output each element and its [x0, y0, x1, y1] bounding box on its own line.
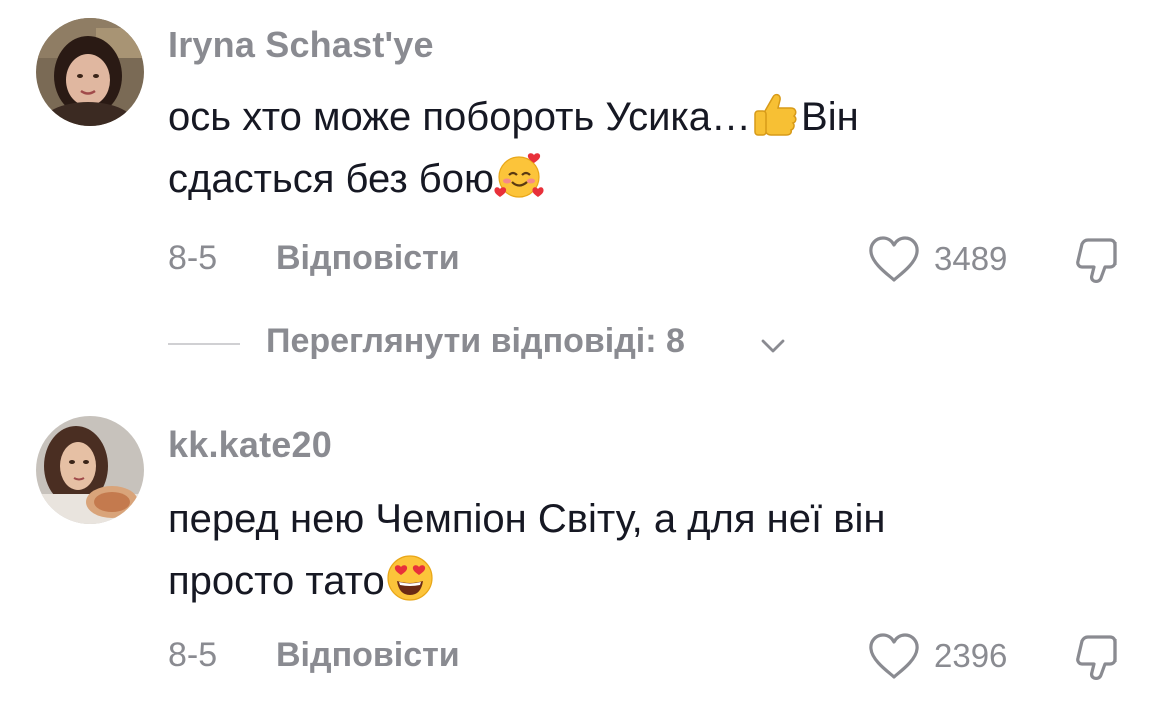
reply-button[interactable]: Відповісти — [276, 636, 460, 675]
like-count: 3489 — [934, 240, 1008, 277]
username[interactable]: kk.kate20 — [168, 424, 332, 466]
comment-text: перед нею Чемпіон Світу, а для неї він п… — [168, 488, 1028, 612]
comment-text-line: перед нею Чемпіон Світу, а для неї він — [168, 488, 1028, 550]
comment-text-line: сдасться без бою — [168, 148, 1028, 210]
replies-divider — [168, 343, 240, 345]
comment-item: Iryna Schast'ye ось хто може побороть Ус… — [0, 0, 1170, 300]
comment-text-line: просто тато — [168, 550, 1028, 612]
heart-eyes-emoji — [385, 553, 435, 603]
comment-text-part: Він — [801, 95, 859, 139]
comment-text-part: перед нею Чемпіон Світу, а для неї він — [168, 497, 886, 541]
heart-outline-icon[interactable] — [866, 631, 922, 681]
comment-text-part: просто тато — [168, 559, 385, 603]
heart-outline-icon[interactable] — [866, 234, 922, 284]
like-count: 2396 — [934, 637, 1008, 674]
thumbs-down-icon[interactable] — [1072, 234, 1124, 286]
username[interactable]: Iryna Schast'ye — [168, 24, 434, 66]
comment-item: kk.kate20 перед нею Чемпіон Світу, а для… — [0, 400, 1170, 707]
reply-button[interactable]: Відповісти — [276, 239, 460, 278]
comment-date: 8-5 — [168, 636, 218, 674]
avatar[interactable] — [36, 18, 144, 126]
view-replies-label[interactable]: Переглянути відповіді: 8 — [266, 322, 685, 361]
thumbs-up-emoji — [751, 89, 801, 139]
thumbs-down-icon[interactable] — [1072, 631, 1124, 683]
comment-text: ось хто може побороть Усика… Він сдастьс… — [168, 86, 1028, 210]
chevron-down-icon[interactable] — [758, 330, 788, 360]
comment-text-part: сдасться без бою — [168, 157, 494, 201]
comment-text-line: ось хто може побороть Усика… Він — [168, 86, 1028, 148]
comment-text-part: ось хто може побороть Усика… — [168, 95, 752, 139]
smiling-face-with-hearts-emoji — [494, 151, 544, 201]
comment-date: 8-5 — [168, 239, 218, 277]
avatar[interactable] — [36, 416, 144, 524]
